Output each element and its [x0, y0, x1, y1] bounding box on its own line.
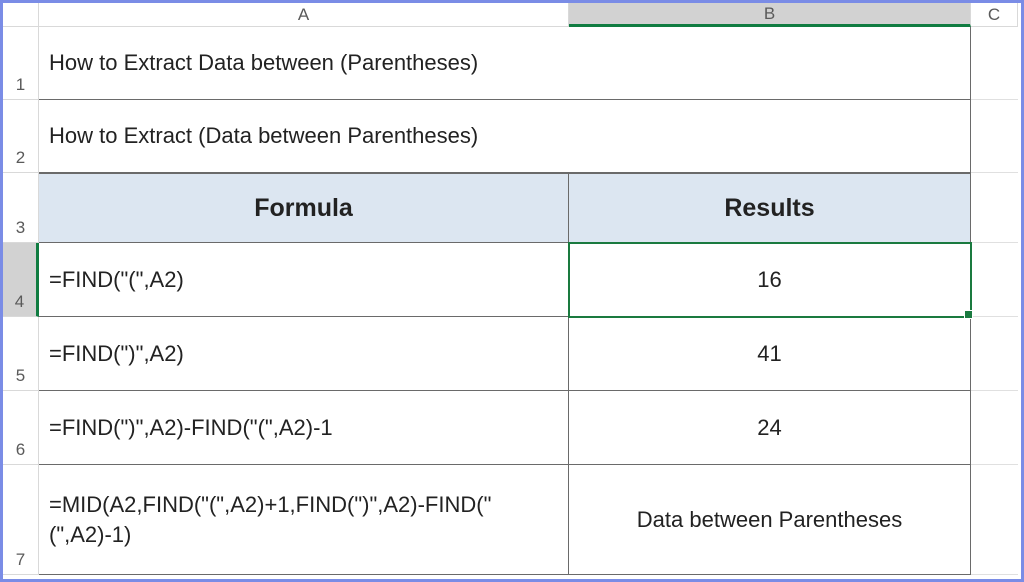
- cell-A5[interactable]: =FIND(")",A2): [39, 317, 569, 391]
- select-all-corner[interactable]: [3, 3, 39, 27]
- cell-C1[interactable]: [971, 27, 1018, 100]
- cell-A6[interactable]: =FIND(")",A2)-FIND("(",A2)-1: [39, 391, 569, 465]
- row-header-2[interactable]: 2: [3, 100, 39, 173]
- cell-B7[interactable]: Data between Parentheses: [569, 465, 971, 575]
- cell-A2[interactable]: How to Extract (Data between Parentheses…: [39, 100, 971, 173]
- cell-A7[interactable]: =MID(A2,FIND("(",A2)+1,FIND(")",A2)-FIND…: [39, 465, 569, 575]
- cell-C4[interactable]: [971, 243, 1018, 317]
- cell-C5[interactable]: [971, 317, 1018, 391]
- cell-A3[interactable]: Formula: [39, 173, 569, 243]
- cell-B3[interactable]: Results: [569, 173, 971, 243]
- row-header-7[interactable]: 7: [3, 465, 39, 575]
- spreadsheet-grid: A B C 1 How to Extract Data between (Par…: [3, 3, 1021, 579]
- cell-B5[interactable]: 41: [569, 317, 971, 391]
- cell-A1[interactable]: How to Extract Data between (Parentheses…: [39, 27, 971, 100]
- row-header-3[interactable]: 3: [3, 173, 39, 243]
- col-header-C[interactable]: C: [971, 3, 1018, 27]
- cell-C7[interactable]: [971, 465, 1018, 575]
- cell-B4[interactable]: 16: [569, 243, 971, 317]
- cell-C6[interactable]: [971, 391, 1018, 465]
- cell-C3[interactable]: [971, 173, 1018, 243]
- cell-B6[interactable]: 24: [569, 391, 971, 465]
- row-header-5[interactable]: 5: [3, 317, 39, 391]
- col-header-A[interactable]: A: [39, 3, 569, 27]
- cell-A4[interactable]: =FIND("(",A2): [39, 243, 569, 317]
- row-header-4[interactable]: 4: [3, 243, 39, 317]
- col-header-B[interactable]: B: [569, 3, 971, 27]
- cell-C2[interactable]: [971, 100, 1018, 173]
- row-header-6[interactable]: 6: [3, 391, 39, 465]
- row-header-1[interactable]: 1: [3, 27, 39, 100]
